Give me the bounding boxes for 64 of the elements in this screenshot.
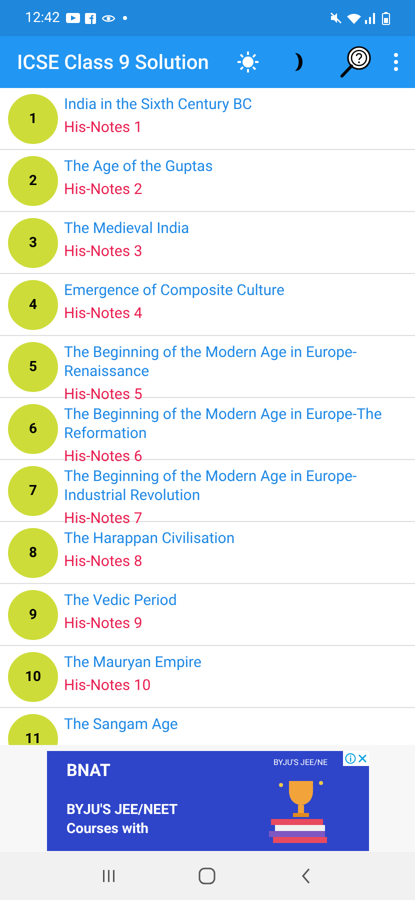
sun-icon bbox=[236, 50, 260, 74]
app-title: ICSE Class 9 Solution bbox=[17, 49, 209, 76]
video-icon bbox=[66, 13, 80, 23]
notes-label: His-Notes 1 bbox=[64, 118, 144, 136]
ad-subline: Courses with bbox=[66, 820, 150, 839]
home-icon bbox=[198, 867, 216, 885]
chapter-title: The Harappan Civilisation bbox=[64, 529, 236, 548]
notes-label: His-Notes 3 bbox=[64, 242, 144, 260]
chapter-number: 4 bbox=[8, 280, 58, 330]
back-icon bbox=[300, 868, 312, 884]
dot-icon bbox=[122, 16, 127, 20]
chapter-title: The Age of the Guptas bbox=[64, 157, 214, 176]
notes-label: His-Notes 8 bbox=[64, 552, 144, 570]
battery-icon bbox=[382, 12, 390, 24]
ad-logo: BNAT bbox=[66, 761, 112, 781]
mute-icon bbox=[330, 12, 342, 24]
ad-banner[interactable]: BNAT BYJU'S JEE/NEET Courses with BYJU'S JEE/NE bbox=[46, 751, 368, 851]
chapter-title: The Medieval India bbox=[64, 219, 190, 238]
social-icon bbox=[84, 12, 96, 24]
chapter-title: The Mauryan Empire bbox=[64, 653, 202, 672]
chapter-title: The Beginning of the Modern Age in Europe-The Reformation bbox=[64, 405, 383, 443]
notes-label: His-Notes 4 bbox=[64, 304, 144, 322]
chapter-title: India in the Sixth Century BC bbox=[64, 95, 254, 114]
chapter-item[interactable]: 7 The Beginning of the Modern Age in Europe-Industrial Revolution His-Notes 7 bbox=[0, 460, 415, 522]
chapter-item[interactable]: 5 The Beginning of the Modern Age in Europe-Renaissance His-Notes 5 bbox=[0, 336, 415, 398]
notes-label: His-Notes 2 bbox=[64, 180, 144, 198]
notes-label: His-Notes 9 bbox=[64, 614, 144, 632]
close-icon[interactable] bbox=[358, 754, 366, 763]
chapter-number: 1 bbox=[8, 94, 58, 144]
chapter-item[interactable]: 2 The Age of the Guptas His-Notes 2 bbox=[0, 150, 415, 212]
chapter-number: 10 bbox=[8, 652, 58, 702]
home-button[interactable] bbox=[197, 866, 218, 886]
chapter-number: 6 bbox=[8, 404, 58, 454]
eye-icon bbox=[102, 14, 115, 22]
chapter-number: 3 bbox=[8, 218, 58, 268]
chapter-title: The Beginning of the Modern Age in Europe-Renaissance bbox=[64, 343, 358, 381]
chapter-item[interactable]: 10 The Mauryan Empire His-Notes 10 bbox=[0, 646, 415, 708]
chapter-number: 5 bbox=[8, 342, 58, 392]
chapter-item[interactable]: 3 The Medieval India His-Notes 3 bbox=[0, 212, 415, 274]
chapter-item[interactable]: 8 The Harappan Civilisation His-Notes 8 bbox=[0, 522, 415, 584]
help-search-button[interactable] bbox=[339, 45, 373, 79]
notes-label: His-Notes 10 bbox=[64, 676, 152, 694]
light-mode-button[interactable] bbox=[235, 49, 261, 75]
chapter-number: 2 bbox=[8, 156, 58, 206]
chapter-title: The Vedic Period bbox=[64, 591, 178, 610]
chapter-title: The Beginning of the Modern Age in Europe-Industrial Revolution bbox=[64, 467, 358, 505]
chapter-title: Emergence of Composite Culture bbox=[64, 281, 286, 300]
chapter-number: 11 bbox=[8, 714, 58, 745]
chapter-item[interactable]: 1 India in the Sixth Century BC His-Notes 1 bbox=[0, 88, 415, 150]
chapter-item[interactable]: 6 The Beginning of the Modern Age in Europe-The Reformation His-Notes 6 bbox=[0, 398, 415, 460]
chapter-item[interactable]: 9 The Vedic Period His-Notes 9 bbox=[0, 584, 415, 646]
wifi-icon bbox=[347, 12, 361, 24]
help-search-icon bbox=[339, 45, 373, 79]
info-icon[interactable] bbox=[344, 753, 356, 764]
ad-headline: BYJU'S JEE/NEET bbox=[66, 801, 179, 819]
chapter-number: 9 bbox=[8, 590, 58, 640]
ad-brand: BYJU'S JEE/NE bbox=[274, 757, 328, 769]
signal-icon bbox=[365, 12, 376, 24]
chapter-title: The Sangam Age bbox=[64, 715, 179, 734]
clock: 12:42 bbox=[25, 8, 60, 28]
recent-apps-icon bbox=[101, 868, 118, 884]
chapter-number: 8 bbox=[8, 528, 58, 578]
chapter-item[interactable]: 4 Emergence of Composite Culture His-Notes 4 bbox=[0, 274, 415, 336]
chapter-number: 7 bbox=[8, 466, 58, 516]
